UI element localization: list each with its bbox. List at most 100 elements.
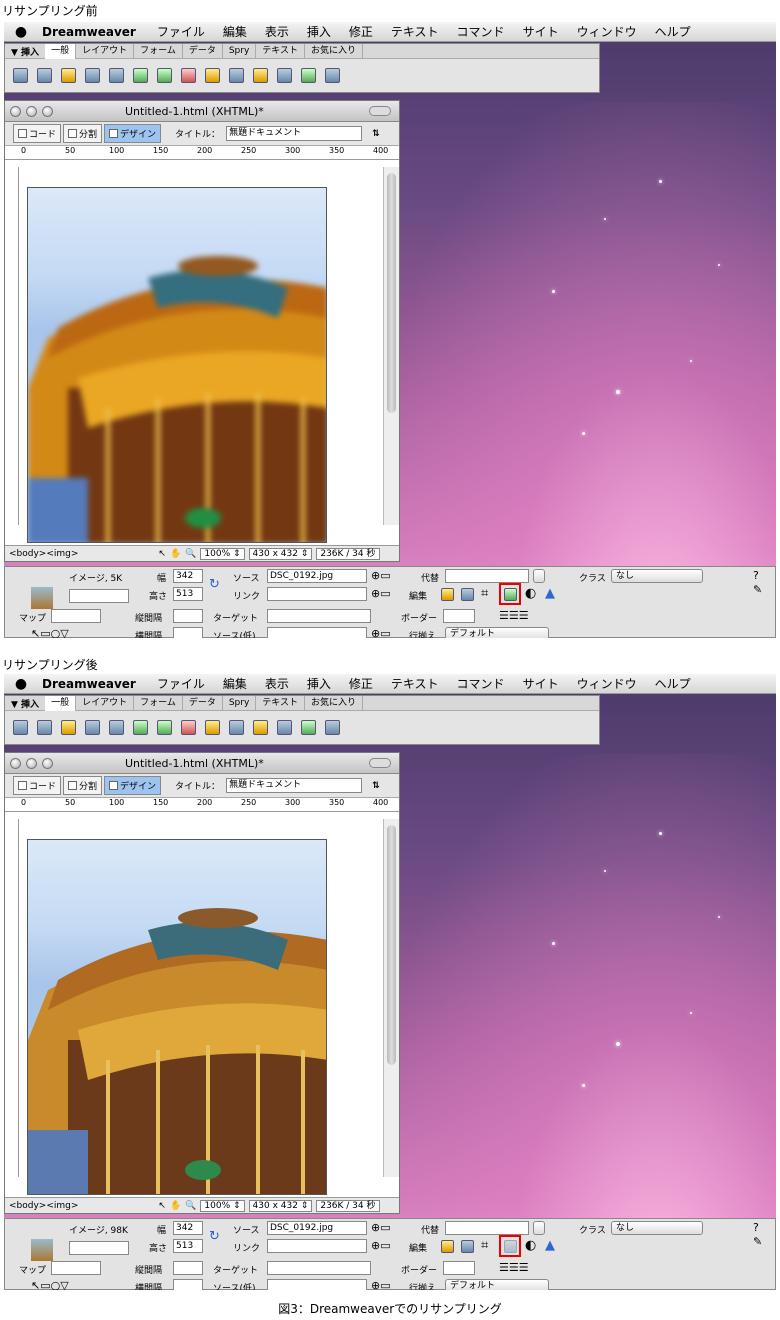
width-input[interactable]: 342 bbox=[173, 1221, 203, 1235]
zoom-select[interactable]: 100% ⇕ bbox=[200, 547, 245, 560]
hand-tool-icon[interactable]: ✋ bbox=[170, 1201, 181, 1211]
tag-chooser-icon[interactable] bbox=[325, 720, 340, 735]
lowsrc-input[interactable] bbox=[267, 627, 367, 638]
script-icon[interactable] bbox=[277, 720, 292, 735]
hyperlink-icon[interactable] bbox=[13, 68, 28, 83]
menu-window[interactable]: ウィンドウ bbox=[568, 23, 646, 40]
height-input[interactable]: 513 bbox=[173, 1239, 203, 1253]
menu-file[interactable]: ファイル bbox=[148, 675, 214, 692]
menu-site[interactable]: サイト bbox=[514, 23, 568, 40]
image-name-input[interactable] bbox=[69, 1241, 129, 1255]
menu-modify[interactable]: 修正 bbox=[340, 23, 382, 40]
zoom-select[interactable]: 100% ⇕ bbox=[200, 1199, 245, 1212]
lowsrc-browse-icon[interactable]: ⊕▭ bbox=[371, 1279, 391, 1290]
menu-file[interactable]: ファイル bbox=[148, 23, 214, 40]
date-icon[interactable] bbox=[181, 68, 196, 83]
map-tools-icon[interactable]: ↖▭○▽ bbox=[31, 1279, 69, 1290]
toolbar-toggle-button[interactable] bbox=[369, 758, 391, 768]
window-size-select[interactable]: 430 x 432 ⇕ bbox=[248, 1199, 313, 1212]
alt-input[interactable] bbox=[445, 1221, 529, 1235]
browse-folder-icon[interactable]: ⊕▭ bbox=[371, 587, 391, 600]
link-input[interactable] bbox=[267, 1239, 367, 1253]
tab-layout[interactable]: レイアウト bbox=[76, 695, 135, 711]
carousel-photo[interactable] bbox=[27, 839, 327, 1195]
email-link-icon[interactable] bbox=[37, 68, 52, 83]
code-view-button[interactable]: コード bbox=[13, 776, 62, 795]
alt-input[interactable] bbox=[445, 569, 529, 583]
templates-icon[interactable] bbox=[301, 68, 316, 83]
help-icon[interactable]: ? bbox=[753, 569, 759, 582]
hspace-input[interactable] bbox=[173, 627, 203, 638]
class-select[interactable]: なし bbox=[611, 569, 703, 583]
target-input[interactable] bbox=[267, 1261, 371, 1275]
tab-common[interactable]: 一般 bbox=[45, 43, 77, 59]
reset-size-icon[interactable]: ↻ bbox=[209, 1229, 220, 1244]
lowsrc-browse-icon[interactable]: ⊕▭ bbox=[371, 627, 391, 638]
width-input[interactable]: 342 bbox=[173, 569, 203, 583]
menu-app-name[interactable]: Dreamweaver bbox=[38, 25, 148, 39]
close-window-button[interactable] bbox=[10, 757, 21, 769]
window-size-select[interactable]: 430 x 432 ⇕ bbox=[248, 547, 313, 560]
server-side-include-icon[interactable] bbox=[205, 68, 220, 83]
help-icon[interactable]: ? bbox=[753, 1221, 759, 1234]
design-view-button[interactable]: デザイン bbox=[104, 124, 162, 143]
tab-forms[interactable]: フォーム bbox=[134, 43, 183, 59]
script-icon[interactable] bbox=[277, 68, 292, 83]
split-view-button[interactable]: 分割 bbox=[63, 776, 103, 795]
tab-spry[interactable]: Spry bbox=[223, 695, 257, 711]
hand-tool-icon[interactable]: ✋ bbox=[170, 549, 181, 559]
alt-select[interactable] bbox=[533, 1221, 545, 1235]
sharpen-icon[interactable]: ▲ bbox=[545, 1238, 555, 1253]
tab-data[interactable]: データ bbox=[183, 43, 223, 59]
design-canvas[interactable] bbox=[19, 167, 385, 543]
point-to-file-icon[interactable]: ⊕▭ bbox=[371, 569, 391, 582]
menu-insert[interactable]: 挿入 bbox=[298, 23, 340, 40]
class-select[interactable]: なし bbox=[611, 1221, 703, 1235]
insert-panel-header[interactable]: ▼ 挿入 bbox=[5, 697, 45, 710]
menu-edit[interactable]: 編集 bbox=[214, 23, 256, 40]
menu-edit[interactable]: 編集 bbox=[214, 675, 256, 692]
carousel-photo[interactable] bbox=[27, 187, 327, 543]
date-icon[interactable] bbox=[181, 720, 196, 735]
map-tools-icon[interactable]: ↖▭○▽ bbox=[31, 627, 69, 638]
menu-view[interactable]: 表示 bbox=[256, 675, 298, 692]
brightness-contrast-icon[interactable]: ◐ bbox=[525, 586, 536, 601]
quick-tag-editor-icon[interactable]: ✎ bbox=[753, 1235, 762, 1248]
tab-common[interactable]: 一般 bbox=[45, 695, 77, 711]
media-icon[interactable] bbox=[157, 68, 172, 83]
vspace-input[interactable] bbox=[173, 1261, 203, 1275]
align-buttons-icon[interactable]: ☰☰☰ bbox=[499, 609, 529, 622]
file-management-icon[interactable]: ⇅ bbox=[372, 129, 380, 139]
tab-favorites[interactable]: お気に入り bbox=[305, 43, 364, 59]
optimize-icon[interactable] bbox=[461, 1240, 474, 1253]
named-anchor-icon[interactable] bbox=[61, 720, 76, 735]
title-input[interactable]: 無題ドキュメント bbox=[226, 126, 363, 141]
quick-tag-editor-icon[interactable]: ✎ bbox=[753, 583, 762, 596]
tab-layout[interactable]: レイアウト bbox=[76, 43, 135, 59]
tab-forms[interactable]: フォーム bbox=[134, 695, 183, 711]
hyperlink-icon[interactable] bbox=[13, 720, 28, 735]
zoom-window-button[interactable] bbox=[42, 105, 53, 117]
email-link-icon[interactable] bbox=[37, 720, 52, 735]
named-anchor-icon[interactable] bbox=[61, 68, 76, 83]
scroll-thumb[interactable] bbox=[387, 173, 396, 413]
reset-size-icon[interactable]: ↻ bbox=[209, 577, 220, 592]
height-input[interactable]: 513 bbox=[173, 587, 203, 601]
select-tool-icon[interactable]: ↖ bbox=[158, 549, 166, 559]
table-icon[interactable] bbox=[85, 720, 100, 735]
source-input[interactable]: DSC_0192.jpg bbox=[267, 569, 367, 583]
minimize-window-button[interactable] bbox=[26, 757, 37, 769]
templates-icon[interactable] bbox=[301, 720, 316, 735]
zoom-window-button[interactable] bbox=[42, 757, 53, 769]
brightness-contrast-icon[interactable]: ◐ bbox=[525, 1238, 536, 1253]
table-icon[interactable] bbox=[85, 68, 100, 83]
align-select[interactable]: デフォルト bbox=[445, 1279, 549, 1290]
minimize-window-button[interactable] bbox=[26, 105, 37, 117]
fireworks-edit-icon[interactable] bbox=[441, 1240, 454, 1253]
div-icon[interactable] bbox=[109, 720, 124, 735]
server-side-include-icon[interactable] bbox=[205, 720, 220, 735]
toolbar-toggle-button[interactable] bbox=[369, 106, 391, 116]
align-select[interactable]: デフォルト bbox=[445, 627, 549, 638]
optimize-icon[interactable] bbox=[461, 588, 474, 601]
map-input[interactable] bbox=[51, 1261, 101, 1275]
